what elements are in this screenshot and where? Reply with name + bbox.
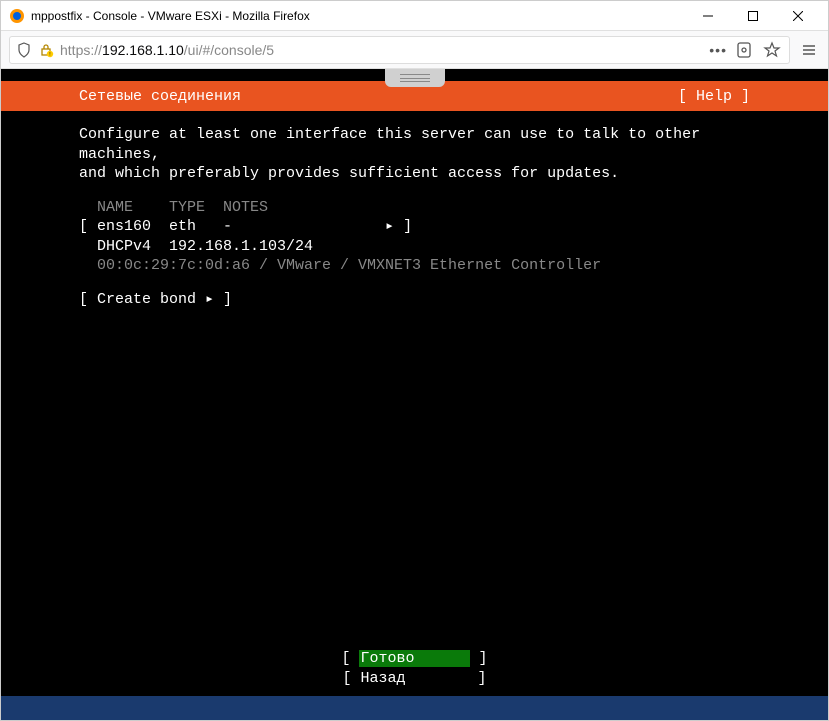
console-tab-handle[interactable] <box>385 69 445 87</box>
lock-warning-icon[interactable]: ! <box>38 42 54 58</box>
help-button[interactable]: [ Help ] <box>678 88 750 105</box>
firefox-icon <box>9 8 25 24</box>
bottom-buttons: [ Готово ] [ Назад ] <box>1 649 828 688</box>
window-controls <box>685 2 820 30</box>
url-text: https://192.168.1.10/ui/#/console/5 <box>60 42 703 58</box>
svg-text:!: ! <box>49 52 50 58</box>
toolbar-right <box>798 39 820 61</box>
console-body[interactable]: Configure at least one interface this se… <box>1 111 828 696</box>
window-title: mppostfix - Console - VMware ESXi - Mozi… <box>31 9 685 23</box>
menu-icon[interactable] <box>798 39 820 61</box>
close-button[interactable] <box>775 2 820 30</box>
create-bond-button[interactable]: [ Create bond ▸ ] <box>79 290 750 310</box>
browser-window: mppostfix - Console - VMware ESXi - Mozi… <box>0 0 829 721</box>
instructions-text: Configure at least one interface this se… <box>79 125 750 184</box>
back-button[interactable]: [ Назад ] <box>342 669 486 689</box>
reader-mode-icon[interactable] <box>733 39 755 61</box>
titlebar: mppostfix - Console - VMware ESXi - Mozi… <box>1 1 828 31</box>
mac-row: 00:0c:29:7c:0d:a6 / VMware / VMXNET3 Eth… <box>79 256 750 276</box>
done-button[interactable]: [ Готово ] <box>341 649 487 669</box>
minimize-button[interactable] <box>685 2 730 30</box>
url-more-icon[interactable]: ••• <box>709 42 727 58</box>
bookmark-star-icon[interactable] <box>761 39 783 61</box>
url-bar[interactable]: ! https://192.168.1.10/ui/#/console/5 ••… <box>9 36 790 64</box>
console-title: Сетевые соединения <box>79 88 241 105</box>
tracking-shield-icon[interactable] <box>16 42 32 58</box>
page-content: Сетевые соединения [ Help ] Configure at… <box>1 69 828 720</box>
footer-bar <box>1 696 828 720</box>
browser-toolbar: ! https://192.168.1.10/ui/#/console/5 ••… <box>1 31 828 69</box>
column-headers: NAME TYPE NOTES <box>79 198 750 218</box>
maximize-button[interactable] <box>730 2 775 30</box>
dhcp-row: DHCPv4 192.168.1.103/24 <box>79 237 750 257</box>
interface-row[interactable]: [ ens160 eth - ▸ ] <box>79 217 750 237</box>
